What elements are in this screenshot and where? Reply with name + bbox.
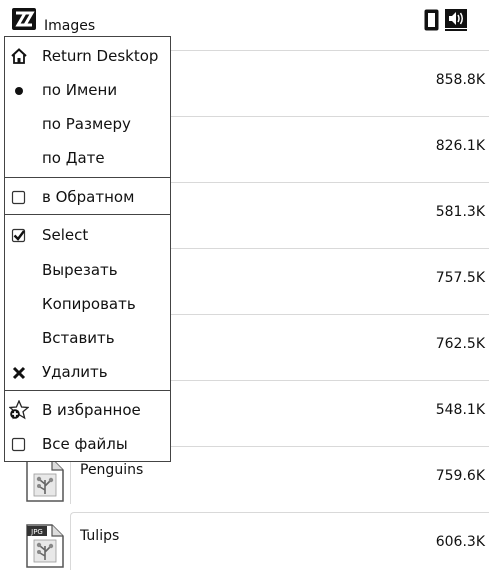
menu-item-label: по Размеру [42, 115, 131, 133]
app-title: Images [44, 18, 96, 34]
menu-item-label: Select [42, 226, 89, 244]
volume-icon [445, 9, 467, 31]
menu-separator [5, 214, 170, 215]
file-type-badge: JPG [30, 528, 43, 536]
menu-item-label: Все файлы [42, 435, 128, 453]
file-name: Tulips [80, 528, 120, 544]
menu-item-paste[interactable]: Вставить [5, 321, 170, 355]
menu-item-copy[interactable]: Копировать [5, 287, 170, 321]
menu-item-label: Вырезать [42, 261, 118, 279]
delete-x-icon [12, 366, 26, 380]
menu-separator [5, 177, 170, 178]
menu-item-label: Вставить [42, 329, 115, 347]
file-size: 762.5K [435, 336, 485, 352]
menu-item-label: Удалить [42, 363, 108, 381]
menu-item-label: по Имени [42, 81, 118, 99]
file-size: 581.3K [435, 204, 485, 220]
file-size: 826.1K [435, 138, 485, 154]
menu-item-label: Return Desktop [42, 47, 159, 65]
add-favorite-star-icon [9, 400, 29, 420]
title-bar: Images [0, 0, 489, 40]
menu-item-add-favorite[interactable]: В избранное [5, 393, 170, 427]
menu-item-return-desktop[interactable]: Return Desktop [5, 39, 170, 73]
menu-item-sort-by-date[interactable]: по Дате [5, 141, 170, 175]
app-logo-icon [12, 8, 36, 30]
file-size: 858.8K [435, 72, 485, 88]
file-size: 759.6K [435, 468, 485, 484]
file-size: 548.1K [435, 402, 485, 418]
file-name: Penguins [80, 462, 144, 478]
menu-item-label: В избранное [42, 401, 141, 419]
menu-item-label: в Обратном [42, 188, 135, 206]
menu-item-sort-by-name[interactable]: по Имени [5, 73, 170, 107]
checkbox-unchecked-icon [11, 190, 26, 205]
file-row[interactable]: JPG Tulips 606.3K [0, 512, 489, 570]
menu-item-select[interactable]: Select [5, 218, 170, 252]
menu-item-reverse-order[interactable]: в Обратном [5, 180, 170, 214]
checkbox-checked-icon [11, 228, 26, 243]
radio-selected-icon [15, 87, 23, 95]
image-file-icon [26, 458, 64, 502]
menu-item-all-files[interactable]: Все файлы [5, 427, 170, 461]
jpg-file-icon: JPG [26, 524, 64, 568]
file-size: 606.3K [435, 534, 485, 550]
file-card[interactable] [70, 512, 489, 570]
checkbox-unchecked-icon [11, 437, 26, 452]
battery-icon [424, 9, 439, 31]
menu-item-delete[interactable]: Удалить [5, 355, 170, 389]
menu-item-cut[interactable]: Вырезать [5, 253, 170, 287]
menu-item-sort-by-size[interactable]: по Размеру [5, 107, 170, 141]
menu-item-label: по Дате [42, 149, 105, 167]
status-icons [424, 9, 467, 31]
menu-separator [5, 390, 170, 391]
home-icon [11, 48, 27, 64]
file-size: 757.5K [435, 270, 485, 286]
menu-item-label: Копировать [42, 295, 136, 313]
context-menu: Return Desktop по Имени по Размеру по Да… [4, 36, 171, 462]
